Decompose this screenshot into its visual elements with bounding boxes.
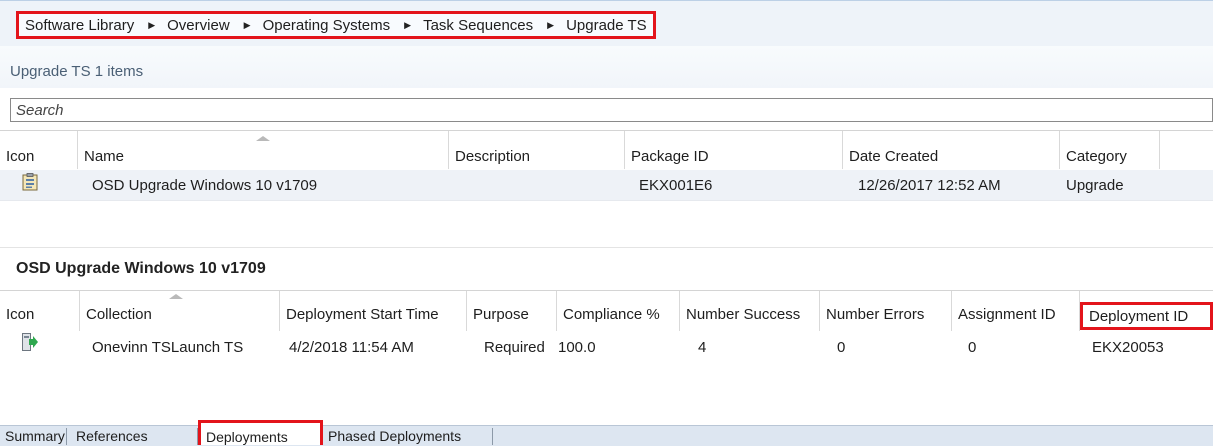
column-header-deployment-start-time[interactable]: Deployment Start Time bbox=[280, 291, 467, 331]
tab-deployments[interactable]: Deployments bbox=[198, 420, 323, 445]
column-header-category[interactable]: Category bbox=[1060, 131, 1160, 169]
row-purpose: Required bbox=[484, 339, 545, 356]
detail-title: OSD Upgrade Windows 10 v1709 bbox=[16, 260, 266, 277]
column-header-package-id[interactable]: Package ID bbox=[625, 131, 843, 169]
breadcrumb-separator-icon: ▶ bbox=[404, 19, 412, 30]
task-sequence-icon bbox=[22, 173, 38, 196]
breadcrumb-separator-icon: ▶ bbox=[547, 19, 555, 30]
row-date-created: 12/26/2017 12:52 AM bbox=[858, 177, 1001, 194]
column-header-collection[interactable]: Collection bbox=[80, 291, 280, 331]
column-header-compliance[interactable]: Compliance % bbox=[557, 291, 680, 331]
column-header-icon[interactable]: Icon bbox=[0, 291, 80, 331]
row-number-success: 4 bbox=[698, 339, 707, 356]
column-header-description[interactable]: Description bbox=[449, 131, 625, 169]
breadcrumb-operating-systems[interactable]: Operating Systems bbox=[263, 17, 391, 34]
tab-references[interactable]: References bbox=[67, 428, 198, 445]
breadcrumb-upgrade-ts[interactable]: Upgrade TS bbox=[566, 17, 647, 34]
column-header-assignment-id[interactable]: Assignment ID bbox=[952, 291, 1080, 331]
column-header-icon[interactable]: Icon bbox=[0, 131, 78, 169]
section-divider bbox=[0, 247, 1213, 248]
breadcrumb: Software Library ▶ Overview ▶ Operating … bbox=[16, 11, 656, 39]
breadcrumb-overview[interactable]: Overview bbox=[167, 17, 230, 34]
row-deployment-id: EKX20053 bbox=[1092, 339, 1164, 356]
row-assignment-id: 0 bbox=[968, 339, 977, 356]
tab-summary[interactable]: Summary bbox=[0, 428, 67, 445]
items-title: Upgrade TS 1 items bbox=[10, 63, 144, 80]
column-header-name[interactable]: Name bbox=[78, 131, 449, 169]
tab-phased-deployments[interactable]: Phased Deployments bbox=[323, 428, 493, 445]
column-header-number-errors[interactable]: Number Errors bbox=[820, 291, 952, 331]
column-header-purpose[interactable]: Purpose bbox=[467, 291, 557, 331]
column-header-deployment-id[interactable]: Deployment ID bbox=[1080, 302, 1213, 330]
row-package-id: EKX001E6 bbox=[639, 177, 713, 194]
column-header-date-created[interactable]: Date Created bbox=[843, 131, 1060, 169]
row-compliance: 100.0 bbox=[558, 339, 596, 356]
row-collection[interactable]: Onevinn TSLaunch TS bbox=[92, 339, 243, 356]
row-name: OSD Upgrade Windows 10 v1709 bbox=[92, 177, 318, 194]
sort-ascending-icon bbox=[169, 294, 183, 299]
breadcrumb-separator-icon: ▶ bbox=[148, 19, 156, 30]
row-number-errors: 0 bbox=[837, 339, 846, 356]
breadcrumb-separator-icon: ▶ bbox=[243, 19, 251, 30]
row-start-time: 4/2/2018 11:54 AM bbox=[289, 339, 414, 356]
column-header-name-label: Name bbox=[84, 148, 125, 165]
search-input[interactable] bbox=[10, 98, 1213, 122]
row-category: Upgrade bbox=[1066, 177, 1124, 194]
deployment-icon bbox=[22, 333, 38, 356]
items-header-background bbox=[0, 46, 1213, 88]
breadcrumb-software-library[interactable]: Software Library bbox=[25, 17, 134, 34]
sort-ascending-icon bbox=[256, 136, 270, 141]
breadcrumb-task-sequences[interactable]: Task Sequences bbox=[423, 17, 533, 34]
column-header-number-success[interactable]: Number Success bbox=[680, 291, 820, 331]
column-header-collection-label: Collection bbox=[86, 306, 152, 323]
